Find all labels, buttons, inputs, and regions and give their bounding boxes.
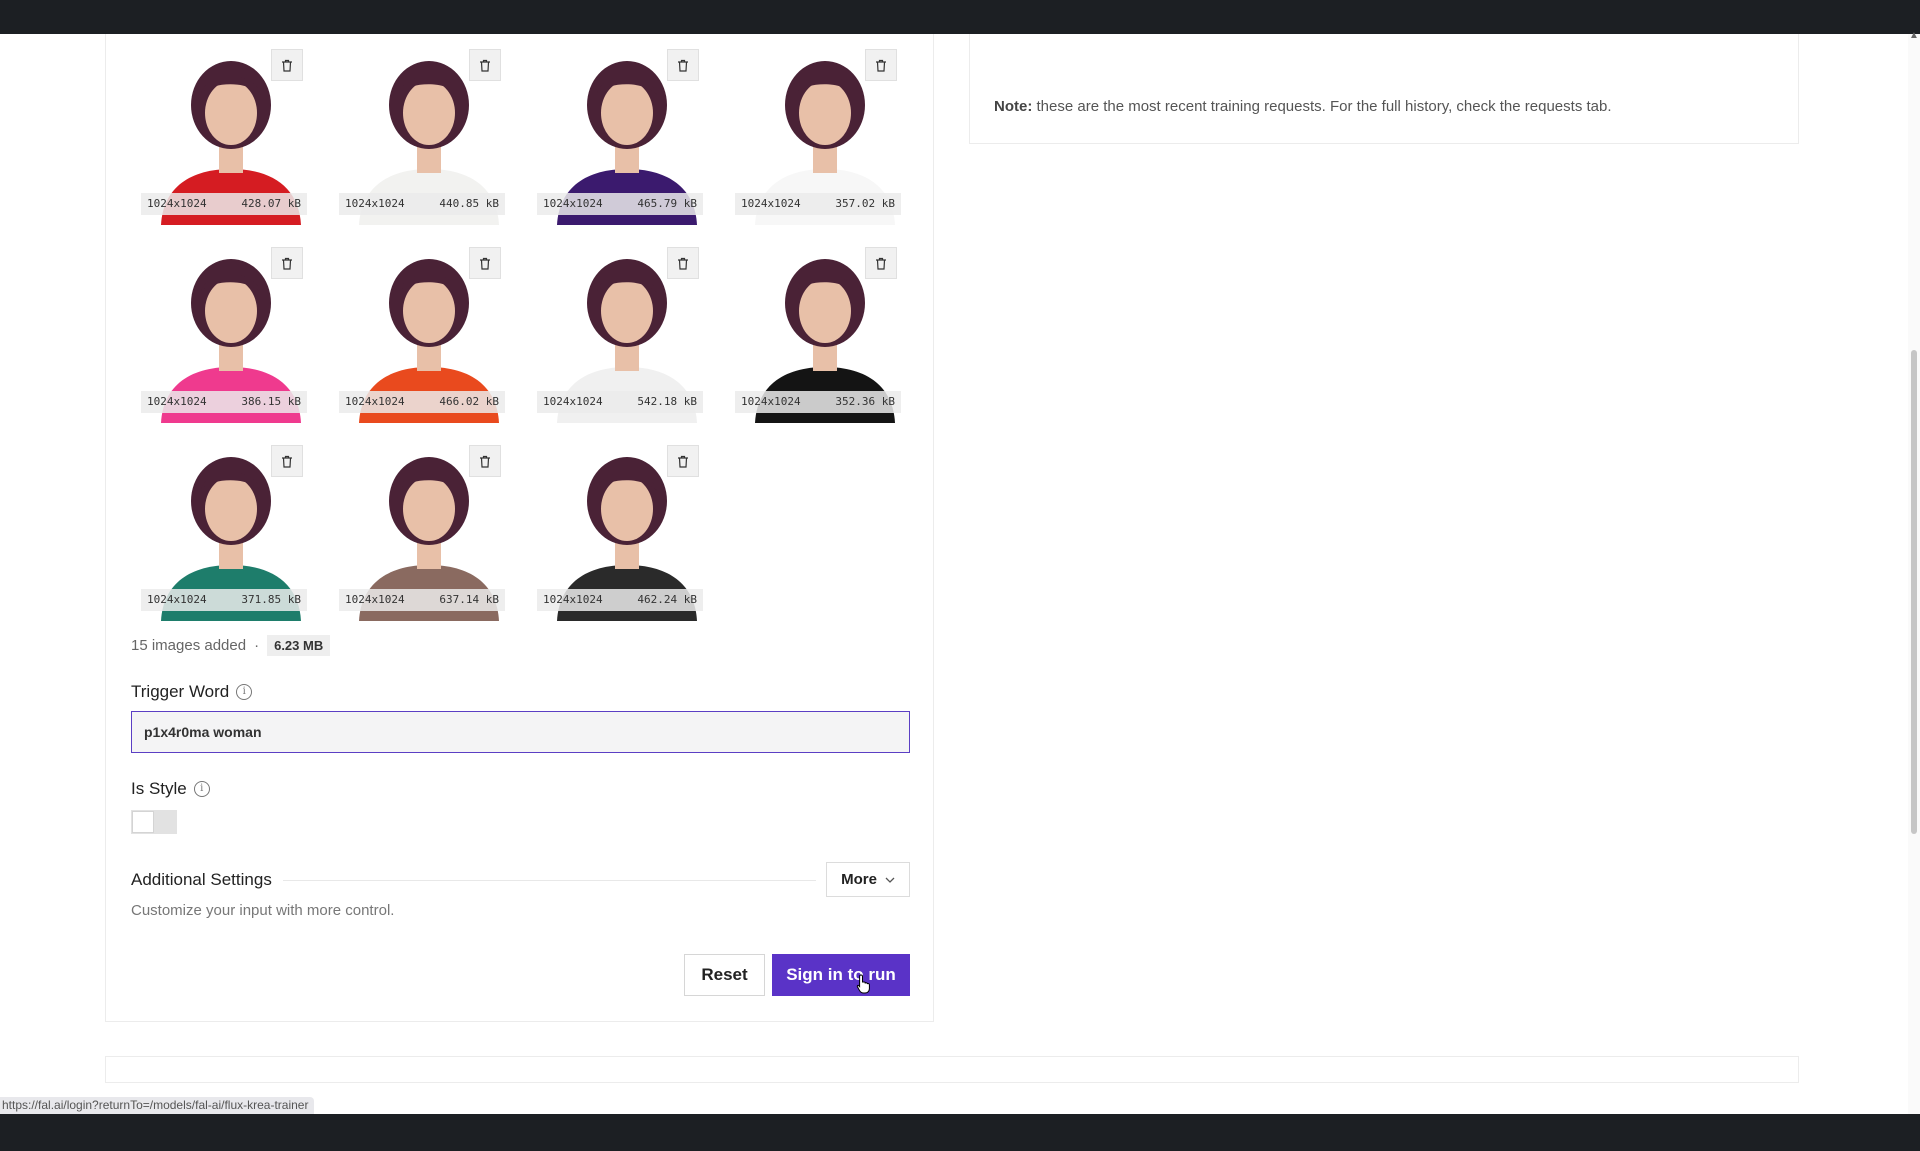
trash-icon bbox=[282, 455, 292, 468]
image-dimensions: 1024x1024 bbox=[345, 593, 405, 606]
scrollbar-thumb[interactable] bbox=[1911, 350, 1917, 834]
image-dimensions: 1024x1024 bbox=[543, 197, 603, 210]
image-meta-bar: 1024x1024 357.02 kB bbox=[735, 193, 901, 215]
delete-image-button[interactable] bbox=[271, 49, 303, 81]
image-dimensions: 1024x1024 bbox=[741, 197, 801, 210]
images-count: 15 images added bbox=[131, 637, 247, 654]
image-file-size: 462.24 kB bbox=[637, 593, 697, 606]
image-meta-bar: 1024x1024 371.85 kB bbox=[141, 589, 307, 611]
hand-cursor-icon bbox=[856, 974, 870, 994]
additional-settings-title: Additional Settings bbox=[131, 870, 272, 889]
delete-image-button[interactable] bbox=[667, 247, 699, 279]
image-dimensions: 1024x1024 bbox=[741, 395, 801, 408]
image-dimensions: 1024x1024 bbox=[345, 395, 405, 408]
image-dimensions: 1024x1024 bbox=[147, 593, 207, 606]
trigger-word-label-row: Trigger Word i bbox=[131, 682, 253, 702]
note-label: Note: bbox=[994, 98, 1033, 115]
delete-image-button[interactable] bbox=[865, 49, 897, 81]
trash-icon bbox=[678, 455, 688, 468]
total-size-badge: 6.23 MB bbox=[267, 635, 331, 656]
summary-separator: · bbox=[254, 637, 260, 654]
trash-icon bbox=[876, 257, 886, 270]
trigger-word-info-icon[interactable]: i bbox=[236, 684, 253, 700]
lower-section-card bbox=[105, 1056, 1799, 1083]
delete-image-button[interactable] bbox=[469, 445, 501, 477]
image-meta-bar: 1024x1024 428.07 kB bbox=[141, 193, 307, 215]
trash-icon bbox=[480, 455, 490, 468]
image-meta-bar: 1024x1024 542.18 kB bbox=[537, 391, 703, 413]
trash-icon bbox=[282, 59, 292, 72]
browser-bottom-bar bbox=[0, 1114, 1920, 1151]
more-label: More bbox=[841, 871, 877, 888]
trigger-word-label: Trigger Word bbox=[131, 682, 230, 701]
sign-in-to-run-button[interactable]: Sign in to run bbox=[772, 954, 910, 996]
image-meta-bar: 1024x1024 352.36 kB bbox=[735, 391, 901, 413]
trash-icon bbox=[678, 257, 688, 270]
requests-note: Note: these are the most recent training… bbox=[994, 98, 1612, 115]
image-dimensions: 1024x1024 bbox=[147, 197, 207, 210]
image-file-size: 440.85 kB bbox=[439, 197, 499, 210]
trigger-word-input[interactable] bbox=[131, 711, 910, 753]
image-file-size: 542.18 kB bbox=[637, 395, 697, 408]
scroll-up-arrow-icon[interactable]: ▲ bbox=[1908, 30, 1920, 42]
settings-divider bbox=[283, 880, 816, 881]
image-meta-bar: 1024x1024 440.85 kB bbox=[339, 193, 505, 215]
delete-image-button[interactable] bbox=[271, 445, 303, 477]
trash-icon bbox=[678, 59, 688, 72]
is-style-label-row: Is Style i bbox=[131, 779, 210, 799]
delete-image-button[interactable] bbox=[667, 445, 699, 477]
image-dimensions: 1024x1024 bbox=[543, 593, 603, 606]
image-file-size: 371.85 kB bbox=[241, 593, 301, 606]
image-meta-bar: 1024x1024 462.24 kB bbox=[537, 589, 703, 611]
more-settings-button[interactable]: More bbox=[826, 862, 910, 897]
delete-image-button[interactable] bbox=[271, 247, 303, 279]
recent-requests-card bbox=[969, 34, 1799, 144]
is-style-info-icon[interactable]: i bbox=[193, 781, 210, 797]
browser-top-bar bbox=[0, 0, 1920, 34]
is-style-toggle[interactable] bbox=[131, 810, 177, 834]
image-dimensions: 1024x1024 bbox=[147, 395, 207, 408]
image-file-size: 428.07 kB bbox=[241, 197, 301, 210]
image-meta-bar: 1024x1024 386.15 kB bbox=[141, 391, 307, 413]
image-meta-bar: 1024x1024 465.79 kB bbox=[537, 193, 703, 215]
reset-button[interactable]: Reset bbox=[684, 954, 765, 996]
image-dimensions: 1024x1024 bbox=[345, 197, 405, 210]
trash-icon bbox=[876, 59, 886, 72]
image-file-size: 637.14 kB bbox=[439, 593, 499, 606]
images-summary: 15 images added · 6.23 MB bbox=[131, 635, 331, 656]
delete-image-button[interactable] bbox=[469, 247, 501, 279]
delete-image-button[interactable] bbox=[667, 49, 699, 81]
image-file-size: 352.36 kB bbox=[835, 395, 895, 408]
delete-image-button[interactable] bbox=[865, 247, 897, 279]
status-bar-url: https://fal.ai/login?returnTo=/models/fa… bbox=[0, 1097, 315, 1114]
image-meta-bar: 1024x1024 637.14 kB bbox=[339, 589, 505, 611]
image-file-size: 466.02 kB bbox=[439, 395, 499, 408]
trash-icon bbox=[480, 59, 490, 72]
is-style-label: Is Style bbox=[131, 779, 187, 798]
image-file-size: 465.79 kB bbox=[637, 197, 697, 210]
trash-icon bbox=[480, 257, 490, 270]
image-meta-bar: 1024x1024 466.02 kB bbox=[339, 391, 505, 413]
image-file-size: 386.15 kB bbox=[241, 395, 301, 408]
additional-settings-description: Customize your input with more control. bbox=[131, 902, 395, 919]
image-dimensions: 1024x1024 bbox=[543, 395, 603, 408]
note-text: these are the most recent training reque… bbox=[1032, 98, 1612, 115]
chevron-down-icon bbox=[885, 877, 895, 883]
image-file-size: 357.02 kB bbox=[835, 197, 895, 210]
trash-icon bbox=[282, 257, 292, 270]
toggle-knob bbox=[132, 811, 154, 833]
delete-image-button[interactable] bbox=[469, 49, 501, 81]
